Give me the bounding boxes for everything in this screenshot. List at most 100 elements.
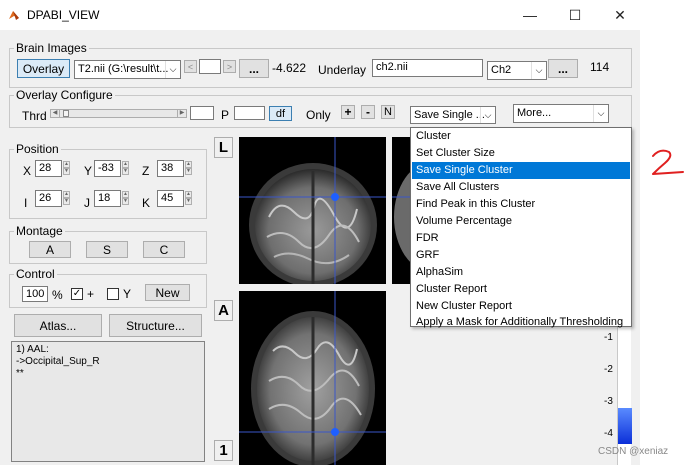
j-field[interactable]: 18 xyxy=(94,190,121,207)
z-spinner[interactable]: ▲ ▼ xyxy=(185,161,192,175)
left-orientation-button[interactable]: L xyxy=(214,137,233,158)
only-n-button[interactable]: N xyxy=(381,105,395,119)
overlay-file-value: T2.nii (G:\result\t... xyxy=(78,63,169,75)
sagittal-brain-view[interactable] xyxy=(392,137,412,284)
threshold-field[interactable] xyxy=(190,106,214,120)
threshold-label: Thrd xyxy=(22,109,47,123)
brain-images-title: Brain Images xyxy=(14,41,89,55)
close-button[interactable]: ✕ xyxy=(606,4,634,26)
maximize-button[interactable]: ☐ xyxy=(561,4,589,26)
menu-item-alphasim[interactable]: AlphaSim xyxy=(412,264,630,281)
chevron-down-icon: ⌵ xyxy=(593,105,608,122)
montage-c-button[interactable]: C xyxy=(143,241,185,258)
prev-overlay-button[interactable]: < xyxy=(184,60,197,73)
slider-thumb[interactable] xyxy=(63,110,69,117)
position-title: Position xyxy=(14,142,61,156)
z-field[interactable]: 38 xyxy=(157,160,184,177)
colorbar-tick-1: -1 xyxy=(604,332,613,343)
i-spinner[interactable]: ▲ ▼ xyxy=(63,191,70,205)
threshold-slider[interactable]: ◀ ▶ xyxy=(50,109,187,118)
title-bar: DPABI_VIEW — ☐ ✕ xyxy=(0,0,640,30)
menu-item-volume-percentage[interactable]: Volume Percentage xyxy=(412,213,630,230)
next-overlay-button[interactable]: > xyxy=(223,60,236,73)
only-label: Only xyxy=(306,108,331,122)
menu-item-cluster[interactable]: Cluster xyxy=(412,128,630,145)
structure-info-box[interactable]: 1) AAL: ->Occipital_Sup_R ** xyxy=(11,341,205,462)
coronal-brain-image xyxy=(239,137,386,284)
x-spinner[interactable]: ▲ ▼ xyxy=(63,161,70,175)
overlay-file-select[interactable]: T2.nii (G:\result\t... ⌵ xyxy=(74,60,181,79)
menu-item-cluster-report[interactable]: Cluster Report xyxy=(412,281,630,298)
menu-item-save-all-clusters[interactable]: Save All Clusters xyxy=(412,179,630,196)
k-field[interactable]: 45 xyxy=(157,190,184,207)
x-label: X xyxy=(23,164,32,178)
x-field[interactable]: 28 xyxy=(35,160,62,177)
y-checkbox[interactable] xyxy=(107,288,119,300)
p-label: P xyxy=(221,108,230,122)
anterior-orientation-button[interactable]: A xyxy=(214,300,233,321)
y-checkbox-label: Y xyxy=(123,287,132,301)
underlay-template-value: Ch2 xyxy=(491,64,512,76)
y-field[interactable]: -83 xyxy=(94,160,121,177)
menu-item-apply-mask[interactable]: Apply a Mask for Additionally Thresholdi… xyxy=(412,314,630,331)
menu-item-grf[interactable]: GRF xyxy=(412,247,630,264)
matlab-app-icon xyxy=(9,11,19,20)
new-button[interactable]: New xyxy=(145,284,190,301)
chevron-down-icon: ⌵ xyxy=(165,61,180,78)
montage-a-button[interactable]: A xyxy=(29,241,71,258)
k-spinner[interactable]: ▲ ▼ xyxy=(185,191,192,205)
minimize-button[interactable]: — xyxy=(516,4,544,26)
slider-right-arrow-icon[interactable]: ▶ xyxy=(177,110,186,117)
cluster-options-value: Save Single ... xyxy=(414,109,485,121)
control-title: Control xyxy=(14,267,57,281)
j-label: J xyxy=(84,196,90,210)
info-line-atlas: 1) AAL: xyxy=(16,344,49,355)
window-title: DPABI_VIEW xyxy=(27,8,100,22)
underlay-browse-button[interactable]: ... xyxy=(548,59,578,78)
zoom-field[interactable]: 100 xyxy=(22,286,48,302)
overlay-value: -4.622 xyxy=(272,61,307,75)
menu-item-set-cluster-size[interactable]: Set Cluster Size xyxy=(412,145,630,162)
underlay-template-select[interactable]: Ch2 ⌵ xyxy=(487,61,547,80)
menu-item-find-peak[interactable]: Find Peak in this Cluster xyxy=(412,196,630,213)
slider-left-arrow-icon[interactable]: ◀ xyxy=(51,110,60,117)
menu-item-save-single-cluster[interactable]: Save Single Cluster xyxy=(412,162,630,179)
overlay-browse-button[interactable]: ... xyxy=(239,59,269,78)
info-line-marker: ** xyxy=(16,368,24,379)
k-label: K xyxy=(142,196,151,210)
cluster-options-select[interactable]: Save Single ... ⌵ xyxy=(410,106,496,124)
annotation-number-2 xyxy=(652,149,684,175)
underlay-number: 114 xyxy=(590,60,610,74)
montage-s-button[interactable]: S xyxy=(86,241,128,258)
plus-checkbox[interactable]: ✓ xyxy=(71,288,83,300)
chevron-down-icon: ⌵ xyxy=(480,107,495,123)
only-plus-button[interactable]: + xyxy=(341,105,355,119)
chevron-down-icon: ⌵ xyxy=(531,62,546,79)
plus-checkbox-label: + xyxy=(87,287,95,301)
watermark: CSDN @xeniaz xyxy=(598,446,669,457)
colorbar-negative-gradient xyxy=(618,408,632,444)
axial-brain-view[interactable] xyxy=(239,291,386,465)
atlas-button[interactable]: Atlas... xyxy=(14,314,102,337)
axial-brain-image xyxy=(239,291,386,465)
i-field[interactable]: 26 xyxy=(35,190,62,207)
j-spinner[interactable]: ▲ ▼ xyxy=(122,191,129,205)
z-label: Z xyxy=(142,164,150,178)
p-value-field[interactable] xyxy=(234,106,265,120)
underlay-label: Underlay xyxy=(318,63,367,77)
colorbar-tick-2: -2 xyxy=(604,364,613,375)
overlay-button[interactable]: Overlay xyxy=(17,59,70,78)
underlay-file-field[interactable]: ch2.nii xyxy=(372,59,483,77)
df-button[interactable]: df xyxy=(269,106,292,121)
y-spinner[interactable]: ▲ ▼ xyxy=(122,161,129,175)
menu-item-fdr[interactable]: FDR xyxy=(412,230,630,247)
structure-button[interactable]: Structure... xyxy=(109,314,202,337)
more-options-select[interactable]: More... ⌵ xyxy=(513,104,609,123)
dpabi-view-window: DPABI_VIEW — ☐ ✕ Brain Images Overlay T2… xyxy=(0,0,640,465)
coronal-brain-view[interactable] xyxy=(239,137,386,284)
one-orientation-button[interactable]: 1 xyxy=(214,440,233,461)
overlay-configure-title: Overlay Configure xyxy=(14,88,115,102)
overlay-index-field[interactable] xyxy=(199,59,221,74)
only-minus-button[interactable]: - xyxy=(361,105,375,119)
menu-item-new-cluster-report[interactable]: New Cluster Report xyxy=(412,298,630,315)
